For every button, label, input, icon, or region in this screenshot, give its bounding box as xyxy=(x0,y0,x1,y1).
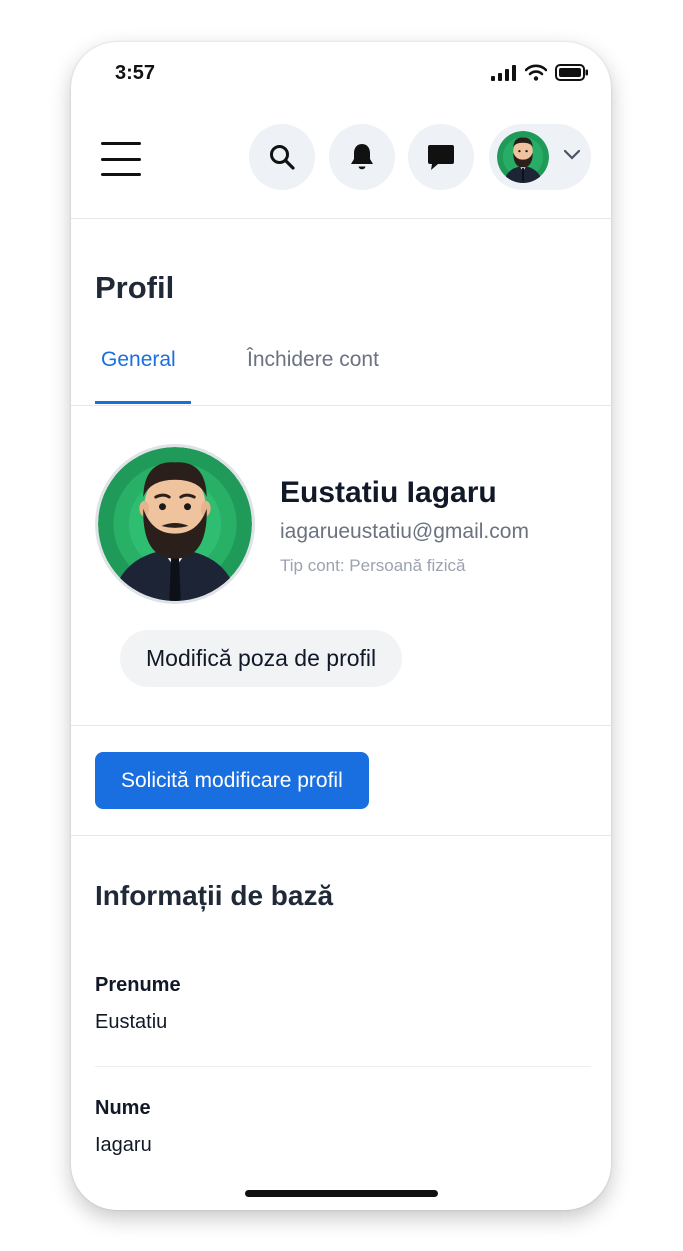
tab-close-account[interactable]: Închidere cont xyxy=(247,348,379,372)
request-section: Solicită modificare profil xyxy=(71,727,611,836)
chat-bubble-icon xyxy=(428,145,454,170)
notifications-button[interactable] xyxy=(329,124,395,190)
field-last-name: Nume Iagaru xyxy=(95,1097,591,1157)
profile-card: Eustatiu Iagaru iagarueustatiu@gmail.com… xyxy=(71,406,611,726)
top-navigation-bar xyxy=(71,124,611,219)
change-profile-photo-button[interactable]: Modifică poza de profil xyxy=(120,630,403,687)
profile-avatar xyxy=(95,444,255,604)
divider xyxy=(95,1066,591,1067)
wifi-icon xyxy=(525,64,547,81)
phone-frame: 3:57 Profil General Închidere cont Eusta… xyxy=(71,42,611,1210)
home-indicator[interactable] xyxy=(245,1190,438,1197)
field-value: Iagaru xyxy=(95,1134,152,1156)
battery-icon xyxy=(555,64,588,81)
account-type: Tip cont: Persoană fizică xyxy=(280,556,466,575)
tab-bar: General Închidere cont xyxy=(71,332,611,406)
cellular-signal-icon xyxy=(491,64,516,81)
status-icons xyxy=(491,64,589,81)
account-menu-button[interactable] xyxy=(489,124,591,190)
field-label: Prenume xyxy=(95,974,181,996)
messages-button[interactable] xyxy=(408,124,474,190)
profile-email: iagarueustatiu@gmail.com xyxy=(280,520,529,543)
hamburger-menu-icon[interactable] xyxy=(101,142,141,176)
bell-icon xyxy=(351,144,373,170)
field-first-name: Prenume Eustatiu xyxy=(95,974,591,1034)
field-label: Nume xyxy=(95,1097,151,1119)
chevron-down-icon xyxy=(563,149,581,160)
search-button[interactable] xyxy=(249,124,315,190)
status-time: 3:57 xyxy=(115,62,156,84)
basic-info-title: Informații de bază xyxy=(95,880,334,911)
search-icon xyxy=(270,145,295,170)
request-profile-change-button[interactable]: Solicită modificare profil xyxy=(95,752,369,809)
active-tab-indicator xyxy=(95,401,191,404)
avatar xyxy=(497,131,549,183)
profile-name: Eustatiu Iagaru xyxy=(280,476,497,509)
page-title: Profil xyxy=(95,270,175,305)
tab-general[interactable]: General xyxy=(101,348,176,372)
field-value: Eustatiu xyxy=(95,1011,168,1033)
